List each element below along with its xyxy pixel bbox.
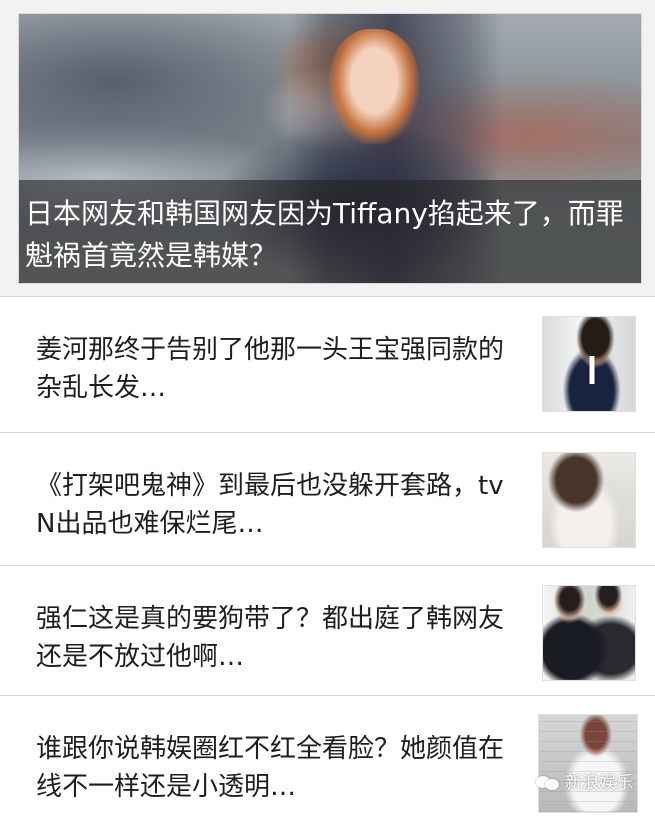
news-list-item[interactable]: 《打架吧鬼神》到最后也没躲开套路，tvN出品也难保烂尾… <box>0 432 655 564</box>
featured-news-caption: 日本网友和韩国网友因为Tiffany掐起来了，而罪魁祸首竟然是韩媒？ <box>19 180 641 283</box>
news-title: 《打架吧鬼神》到最后也没躲开套路，tvN出品也难保烂尾… <box>36 471 504 539</box>
news-thumbnail <box>542 585 636 681</box>
news-feed-page: 日本网友和韩国网友因为Tiffany掐起来了，而罪魁祸首竟然是韩媒？ 姜河那终于… <box>0 0 655 817</box>
news-title: 姜河那终于告别了他那一头王宝强同款的杂乱长发… <box>36 335 505 403</box>
news-thumbnail <box>538 714 638 813</box>
news-list-item[interactable]: 强仁这是真的要狗带了？都出庭了韩网友还是不放过他啊… <box>0 565 655 697</box>
news-thumbnail <box>542 316 636 412</box>
news-title: 强仁这是真的要狗带了？都出庭了韩网友还是不放过他啊… <box>36 604 505 672</box>
featured-news-card[interactable]: 日本网友和韩国网友因为Tiffany掐起来了，而罪魁祸首竟然是韩媒？ <box>18 13 642 284</box>
news-list: 姜河那终于告别了他那一头王宝强同款的杂乱长发… 《打架吧鬼神》到最后也没躲开套路… <box>0 296 655 817</box>
news-list-item[interactable]: 谁跟你说韩娱圈红不红全看脸？她颜值在线不一样还是小透明… <box>0 695 655 817</box>
wechat-icon <box>536 774 560 792</box>
news-thumbnail <box>542 452 636 548</box>
wechat-watermark: 新浪娱乐 <box>536 769 633 797</box>
news-list-item[interactable]: 姜河那终于告别了他那一头王宝强同款的杂乱长发… <box>0 296 655 428</box>
news-title: 谁跟你说韩娱圈红不红全看脸？她颜值在线不一样还是小透明… <box>36 734 505 802</box>
watermark-label: 新浪娱乐 <box>565 773 633 793</box>
